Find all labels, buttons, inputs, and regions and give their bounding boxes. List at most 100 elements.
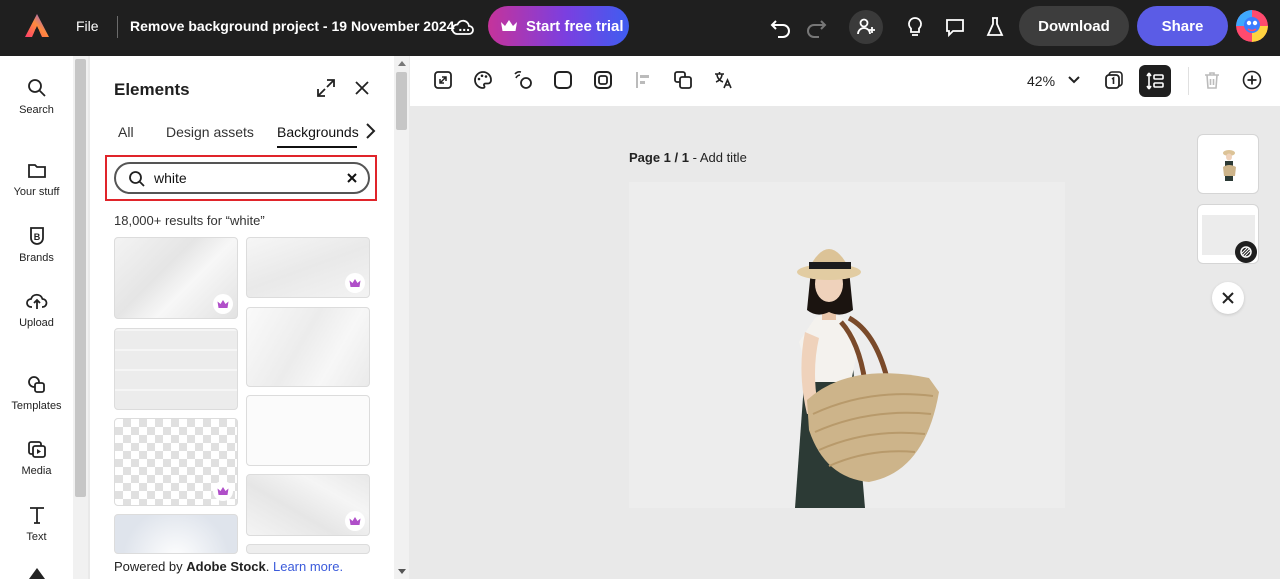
artboard[interactable]: [629, 182, 1065, 508]
shape-icon[interactable]: [553, 70, 573, 90]
page-thumbnail-image: [1223, 150, 1236, 181]
cloud-sync-icon[interactable]: [450, 15, 476, 39]
woman-with-basket-image[interactable]: [629, 182, 1065, 508]
adobe-stock-label: Adobe Stock: [186, 559, 266, 574]
rail-scrollbar[interactable]: [73, 56, 88, 579]
upload-icon: [25, 293, 47, 309]
rail-item-media[interactable]: Media: [0, 439, 73, 477]
tab-all[interactable]: All: [118, 124, 134, 140]
scrollbar-thumb[interactable]: [75, 59, 86, 497]
background-thumbnail[interactable]: [246, 544, 370, 554]
panel-title: Elements: [114, 80, 190, 99]
add-user-icon: [857, 18, 875, 35]
palette-icon[interactable]: [473, 70, 493, 90]
align-icon[interactable]: [633, 70, 653, 90]
tab-backgrounds[interactable]: Backgrounds: [277, 124, 359, 140]
folder-icon: [27, 164, 46, 178]
chevron-right-icon[interactable]: [363, 122, 377, 140]
media-icon: [27, 441, 46, 458]
background-thumbnail[interactable]: [114, 237, 238, 319]
rail-item-label: Upload: [19, 317, 54, 329]
rail-item-brands[interactable]: B Brands: [0, 226, 73, 264]
crown-icon: [217, 300, 229, 308]
search-icon: [129, 171, 145, 187]
text-icon: [29, 507, 44, 524]
download-button[interactable]: Download: [1019, 6, 1129, 46]
results-count: 18,000+ results for “white”: [114, 213, 265, 228]
pages-icon[interactable]: [1104, 70, 1124, 90]
adobe-express-logo-icon[interactable]: [24, 13, 50, 39]
panel-scrollbar[interactable]: [394, 56, 409, 579]
zoom-level[interactable]: 42%: [1027, 73, 1055, 89]
clear-search-icon[interactable]: [346, 172, 358, 184]
powered-suffix: .: [265, 559, 270, 574]
background-thumbnail[interactable]: [246, 307, 370, 387]
search-icon: [27, 79, 46, 97]
translate-icon[interactable]: [713, 70, 733, 90]
close-icon: [1222, 292, 1234, 304]
undo-icon[interactable]: [768, 14, 794, 40]
rail-item-text[interactable]: Text: [0, 505, 73, 543]
templates-icon: [27, 376, 45, 393]
background-layer-thumbnail[interactable]: [1197, 204, 1259, 264]
rail-item-search[interactable]: Search: [0, 78, 73, 116]
canvas-toolbar: 42%: [410, 56, 1280, 106]
avatar[interactable]: [1236, 10, 1268, 42]
page-number: Page 1 / 1: [629, 150, 689, 165]
background-thumbnail[interactable]: [114, 328, 238, 410]
remove-background-badge[interactable]: [1235, 241, 1257, 263]
comment-icon[interactable]: [942, 14, 968, 40]
rail-item-label: Media: [21, 465, 52, 477]
chevron-down-icon[interactable]: [1068, 75, 1080, 85]
premium-badge: [345, 273, 365, 293]
border-icon[interactable]: [593, 70, 613, 90]
invite-user-button[interactable]: [849, 10, 883, 44]
share-button[interactable]: Share: [1137, 6, 1228, 46]
scroll-down-icon[interactable]: [398, 569, 406, 575]
background-thumbnail[interactable]: [114, 514, 238, 554]
project-title[interactable]: Remove background project - 19 November …: [130, 18, 470, 34]
rail-item-label: Search: [19, 104, 54, 116]
rail-item-your-stuff[interactable]: Your stuff: [0, 160, 73, 198]
background-thumbnail[interactable]: [246, 237, 370, 298]
page-thumbnail[interactable]: [1197, 134, 1259, 194]
learn-more-link[interactable]: Learn more.: [273, 559, 343, 574]
close-icon[interactable]: [353, 79, 371, 97]
rail-item-label: Templates: [11, 400, 62, 412]
rail-item-more[interactable]: [0, 568, 73, 579]
crown-icon: [349, 517, 361, 525]
shapes-icon: [28, 568, 45, 579]
add-title-link[interactable]: Add title: [700, 150, 747, 165]
rail-item-upload[interactable]: Upload: [0, 291, 73, 329]
rail-item-templates[interactable]: Templates: [0, 374, 73, 412]
lightbulb-icon[interactable]: [902, 14, 928, 40]
tab-design-assets[interactable]: Design assets: [166, 124, 254, 140]
scrollbar-thumb[interactable]: [396, 72, 407, 130]
file-menu-button[interactable]: File: [76, 18, 99, 34]
search-field[interactable]: [114, 162, 370, 194]
crown-icon: [349, 279, 361, 287]
divider: [117, 16, 118, 38]
animate-icon[interactable]: [513, 70, 533, 90]
start-free-trial-button[interactable]: Start free trial: [488, 6, 629, 46]
scroll-up-icon[interactable]: [398, 60, 406, 66]
expand-icon[interactable]: [316, 78, 336, 98]
background-thumbnail[interactable]: [114, 418, 238, 506]
close-layers-button[interactable]: [1212, 282, 1244, 314]
add-icon[interactable]: [1242, 70, 1262, 90]
search-input[interactable]: [154, 168, 334, 188]
layers-toggle-button[interactable]: [1139, 65, 1171, 97]
elements-panel: Elements All Design assets Backgrounds 1…: [90, 56, 394, 579]
rail-item-label: Brands: [19, 252, 54, 264]
redo-icon[interactable]: [803, 14, 829, 40]
powered-prefix: Powered by: [114, 559, 187, 574]
background-thumbnail[interactable]: [246, 474, 370, 536]
flask-icon[interactable]: [982, 14, 1008, 40]
background-thumbnail[interactable]: [246, 395, 370, 466]
arrange-icon[interactable]: [673, 70, 693, 90]
active-tab-indicator: [277, 146, 357, 148]
premium-badge: [213, 294, 233, 314]
delete-icon[interactable]: [1202, 70, 1222, 90]
divider: [1188, 67, 1189, 95]
resize-icon[interactable]: [433, 70, 453, 90]
